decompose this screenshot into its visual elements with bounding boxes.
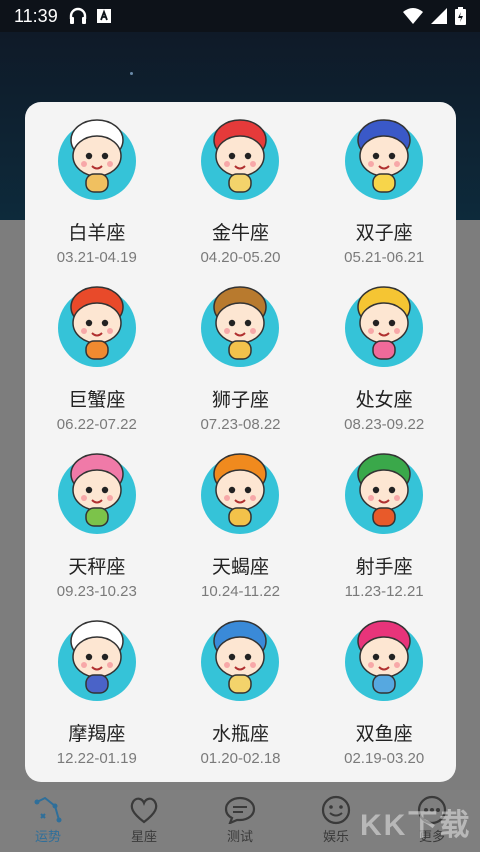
- zodiac-picker-dialog: 白羊座 03.21-04.19 金牛座 04.20-05.20 双子座 05.2…: [25, 102, 456, 782]
- zodiac-item[interactable]: 天蝎座 10.24-11.22: [169, 450, 313, 617]
- zodiac-name: 双子座: [355, 222, 413, 244]
- zodiac-avatar-icon: [201, 620, 280, 701]
- zodiac-item[interactable]: 射手座 11.23-12.21: [312, 450, 456, 617]
- zodiac-dates: 10.24-11.22: [201, 583, 280, 600]
- zodiac-dates: 04.20-05.20: [200, 249, 281, 266]
- nav-item-fortune[interactable]: 运势: [0, 790, 96, 852]
- signal-icon: [431, 8, 447, 24]
- smile-icon: [318, 794, 354, 826]
- zodiac-name: 水瓶座: [211, 723, 269, 745]
- battery-icon: [455, 7, 466, 25]
- zodiac-item[interactable]: 水瓶座 01.20-02.18: [169, 617, 313, 784]
- zodiac-dates: 05.21-06.21: [344, 249, 425, 266]
- zodiac-item[interactable]: 处女座 08.23-09.22: [312, 283, 456, 450]
- zodiac-name: 天秤座: [68, 556, 126, 578]
- nav-label: 测试: [226, 829, 253, 844]
- zodiac-name: 金牛座: [211, 222, 269, 244]
- status-time: 11:39: [14, 5, 58, 26]
- zodiac-dates: 03.21-04.19: [56, 249, 137, 266]
- zodiac-name: 巨蟹座: [68, 389, 126, 411]
- zodiac-item[interactable]: 双子座 05.21-06.21: [312, 116, 456, 283]
- zodiac-item[interactable]: 狮子座 07.23-08.22: [169, 283, 313, 450]
- nav-label: 运势: [34, 829, 61, 844]
- zodiac-name: 天蝎座: [211, 556, 269, 578]
- zodiac-grid: 白羊座 03.21-04.19 金牛座 04.20-05.20 双子座 05.2…: [25, 116, 456, 784]
- heart-icon: [126, 794, 162, 826]
- zodiac-avatar-icon: [201, 119, 280, 200]
- headset-icon: [69, 7, 86, 24]
- zodiac-avatar-icon: [201, 453, 280, 534]
- chat-icon: [222, 794, 258, 826]
- status-bar: 11:39: [0, 0, 480, 32]
- zodiac-avatar-icon: [345, 453, 424, 534]
- zodiac-name: 射手座: [355, 556, 413, 578]
- zodiac-avatar-icon: [345, 620, 424, 701]
- zodiac-dates: 01.20-02.18: [200, 750, 281, 767]
- star-decoration: [130, 72, 133, 75]
- zodiac-item[interactable]: 双鱼座 02.19-03.20: [312, 617, 456, 784]
- zodiac-dates: 07.23-08.22: [200, 416, 281, 433]
- zodiac-name: 双鱼座: [355, 723, 413, 745]
- zodiac-dates: 02.19-03.20: [344, 750, 425, 767]
- a-badge-icon: [96, 9, 111, 23]
- zodiac-avatar-icon: [57, 119, 136, 200]
- zodiac-name: 处女座: [355, 389, 413, 411]
- zodiac-avatar-icon: [57, 620, 136, 701]
- zodiac-dates: 11.23-12.21: [344, 583, 424, 600]
- zodiac-dates: 09.23-10.23: [56, 583, 137, 600]
- zodiac-avatar-icon: [57, 453, 136, 534]
- zodiac-avatar-icon: [201, 286, 280, 367]
- zodiac-item[interactable]: 摩羯座 12.22-01.19: [25, 617, 169, 784]
- nav-item-test[interactable]: 测试: [192, 790, 288, 852]
- nav-label: 娱乐: [322, 829, 349, 844]
- zodiac-avatar-icon: [345, 286, 424, 367]
- zodiac-item[interactable]: 金牛座 04.20-05.20: [169, 116, 313, 283]
- zodiac-dates: 12.22-01.19: [56, 750, 137, 767]
- zodiac-item[interactable]: 白羊座 03.21-04.19: [25, 116, 169, 283]
- watermark: KK下载: [360, 809, 472, 842]
- zodiac-avatar-icon: [345, 119, 424, 200]
- zodiac-avatar-icon: [57, 286, 136, 367]
- fortune-icon: [30, 794, 66, 826]
- zodiac-dates: 08.23-09.22: [344, 416, 425, 433]
- zodiac-name: 狮子座: [211, 389, 269, 411]
- nav-label: 星座: [130, 829, 157, 844]
- nav-item-zodiac[interactable]: 星座: [96, 790, 192, 852]
- zodiac-dates: 06.22-07.22: [56, 416, 137, 433]
- zodiac-item[interactable]: 巨蟹座 06.22-07.22: [25, 283, 169, 450]
- zodiac-item[interactable]: 天秤座 09.23-10.23: [25, 450, 169, 617]
- wifi-icon: [403, 8, 423, 24]
- zodiac-name: 摩羯座: [68, 723, 126, 745]
- zodiac-name: 白羊座: [68, 222, 126, 244]
